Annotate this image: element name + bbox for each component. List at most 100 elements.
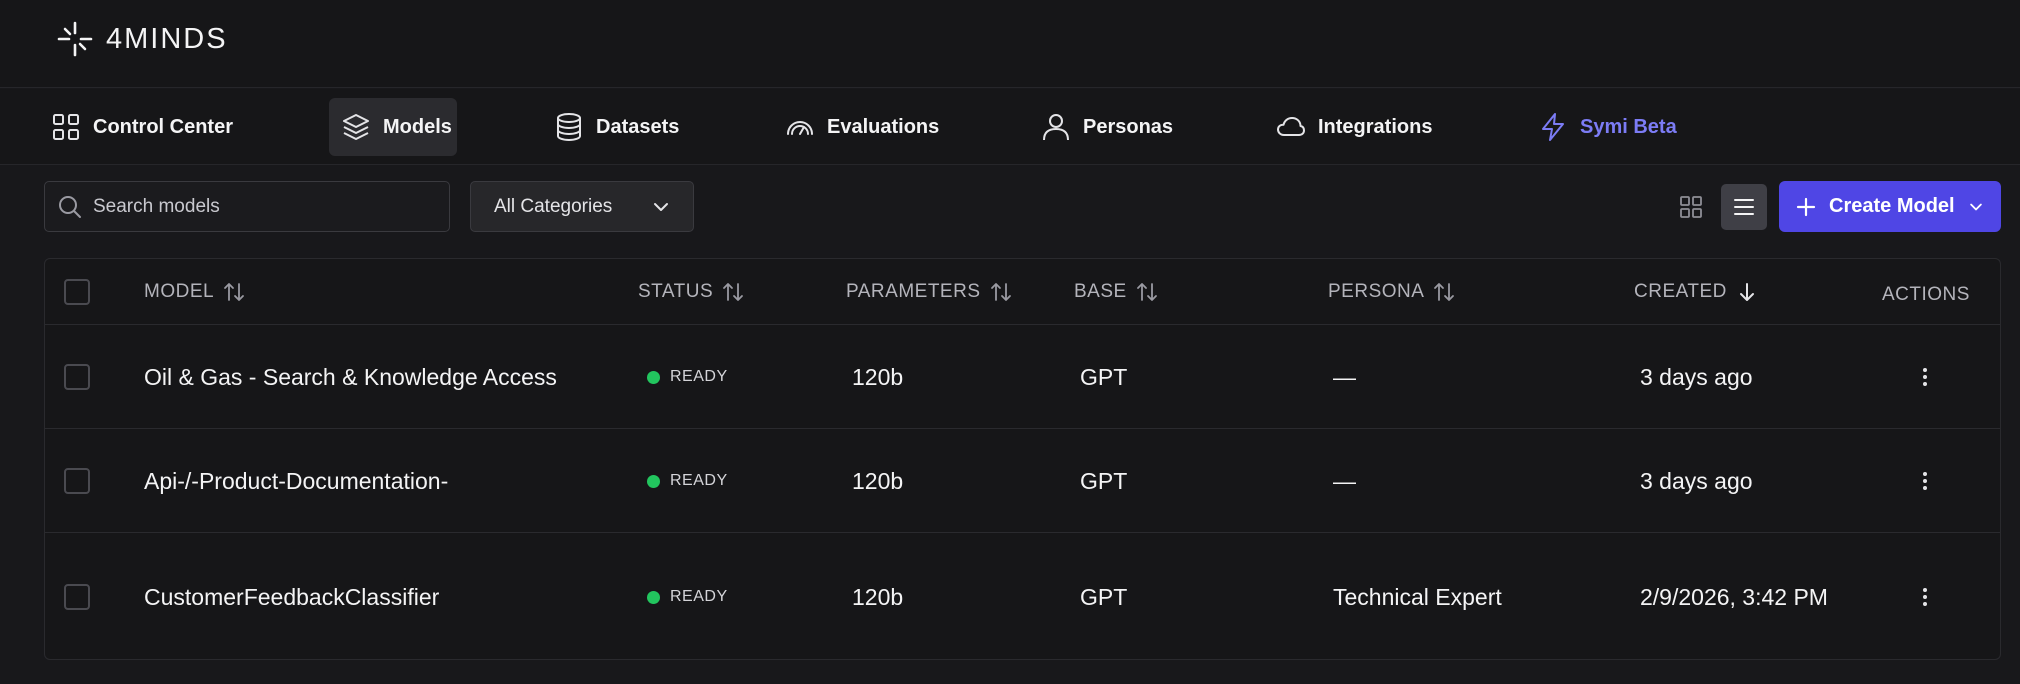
status-badge: READY [647,588,728,606]
lightning-icon [1542,113,1564,141]
nav-label: Control Center [93,115,233,138]
table-row[interactable]: Oil & Gas - Search & Knowledge Access RE… [45,326,2000,429]
nav-evaluations[interactable]: Evaluations [773,98,951,156]
sort-icon [1136,283,1157,301]
grid-view-toggle[interactable] [1668,184,1714,230]
sort-icon [990,283,1011,301]
row-actions-menu-button[interactable] [1910,466,1940,496]
column-header-base[interactable]: BASE [1074,259,1159,325]
column-header-created[interactable]: CREATED [1634,259,1759,325]
grid-view-icon [1680,196,1702,218]
column-header-label: PARAMETERS [846,281,981,302]
column-header-label: CREATED [1634,281,1727,302]
list-view-toggle[interactable] [1721,184,1767,230]
status-cell: READY [647,430,728,532]
nav-datasets[interactable]: Datasets [542,98,691,156]
created-cell: 3 days ago [1640,363,1753,390]
status-label: READY [670,588,728,605]
search-input[interactable] [93,195,433,218]
column-header-label: BASE [1074,281,1127,302]
status-cell: READY [647,534,728,659]
created-cell: 3 days ago [1640,467,1753,494]
cloud-icon [1277,117,1305,136]
column-header-persona[interactable]: PERSONA [1328,259,1456,325]
nav-label: Models [383,115,452,138]
row-actions-menu-button[interactable] [1910,582,1940,612]
column-header-label: ACTIONS [1882,284,1970,305]
category-selected-value: All Categories [494,195,613,217]
brand-logo[interactable]: 4MINDS [56,20,228,58]
row-actions-menu-button[interactable] [1910,362,1940,392]
created-value: 2/9/2026, 3:42 PM [1640,583,1828,610]
table-row[interactable]: CustomerFeedbackClassifier READY 120b GP… [45,534,2000,659]
status-dot-icon [647,474,660,488]
persona-cell: — [1333,467,1356,494]
row-checkbox[interactable] [64,364,90,390]
status-label: READY [670,368,728,385]
table-header: MODEL STATUS PARAMETERS BASE PERSONA CRE… [45,259,2000,325]
models-table: MODEL STATUS PARAMETERS BASE PERSONA CRE… [44,258,2001,660]
status-cell: READY [647,326,728,428]
parameters-cell: 120b [852,467,904,494]
nav-integrations[interactable]: Integrations [1264,98,1444,156]
status-dot-icon [647,370,660,384]
created-cell: 2/9/2026, 3:42 PM [1640,534,1840,659]
plus-icon [1796,197,1816,216]
sparkle-logo-icon [57,21,93,57]
chevron-down-icon [1969,203,1982,210]
nav-symi-beta[interactable]: Symi Beta [1526,98,1689,156]
nav-label: Personas [1083,115,1174,138]
create-model-label: Create Model [1829,195,1955,217]
more-vertical-icon [1923,588,1927,606]
column-header-model[interactable]: MODEL [144,259,246,325]
status-dot-icon [647,590,660,604]
layers-icon [343,114,369,140]
nav-label: Evaluations [827,115,940,138]
model-name[interactable]: CustomerFeedbackClassifier [144,534,439,659]
row-checkbox[interactable] [64,468,90,494]
column-header-label: MODEL [144,281,215,302]
parameters-cell: 120b [852,583,904,610]
user-icon [1043,114,1069,141]
status-badge: READY [647,368,728,386]
more-vertical-icon [1923,472,1927,490]
base-cell: GPT [1080,467,1128,494]
column-header-status[interactable]: STATUS [638,259,745,325]
sort-icon [224,283,244,301]
model-name[interactable]: Api-/-Product-Documentation- [144,430,448,532]
actions-cell [1910,534,1940,659]
column-header-parameters[interactable]: PARAMETERS [846,259,1013,325]
model-name[interactable]: Oil & Gas - Search & Knowledge Access [144,326,557,428]
column-header-label: STATUS [638,281,714,302]
sort-icon [723,283,744,301]
column-header-actions: ACTIONS [1882,262,1970,328]
row-checkbox[interactable] [64,584,90,610]
base-cell: GPT [1080,583,1128,610]
arrow-down-icon [1739,283,1754,301]
category-select[interactable]: All Categories [470,181,694,232]
sort-icon [1434,283,1455,301]
create-model-button[interactable]: Create Model [1779,181,2001,232]
status-label: READY [670,472,728,489]
table-row[interactable]: Api-/-Product-Documentation- READY 120b … [45,430,2000,533]
list-view-icon [1734,199,1754,215]
more-vertical-icon [1923,368,1927,386]
nav-label: Datasets [596,115,680,138]
nav-control-center[interactable]: Control Center [39,98,245,156]
gauge-icon [787,121,813,135]
grid-icon [53,114,79,140]
actions-cell [1910,326,1940,428]
select-all-checkbox[interactable] [64,279,90,305]
column-header-label: PERSONA [1328,281,1425,302]
nav-label: Integrations [1318,115,1433,138]
chevron-down-icon [654,202,668,211]
parameters-cell: 120b [852,363,904,390]
search-box[interactable] [44,181,450,232]
top-bar: 4MINDS [0,0,2020,88]
base-cell: GPT [1080,363,1128,390]
nav-models[interactable]: Models [329,98,457,156]
brand-name: 4MINDS [106,22,228,55]
nav-personas[interactable]: Personas [1029,98,1185,156]
main-nav: Control Center Models Datasets Evaluatio… [0,89,2020,165]
search-icon [59,195,81,218]
